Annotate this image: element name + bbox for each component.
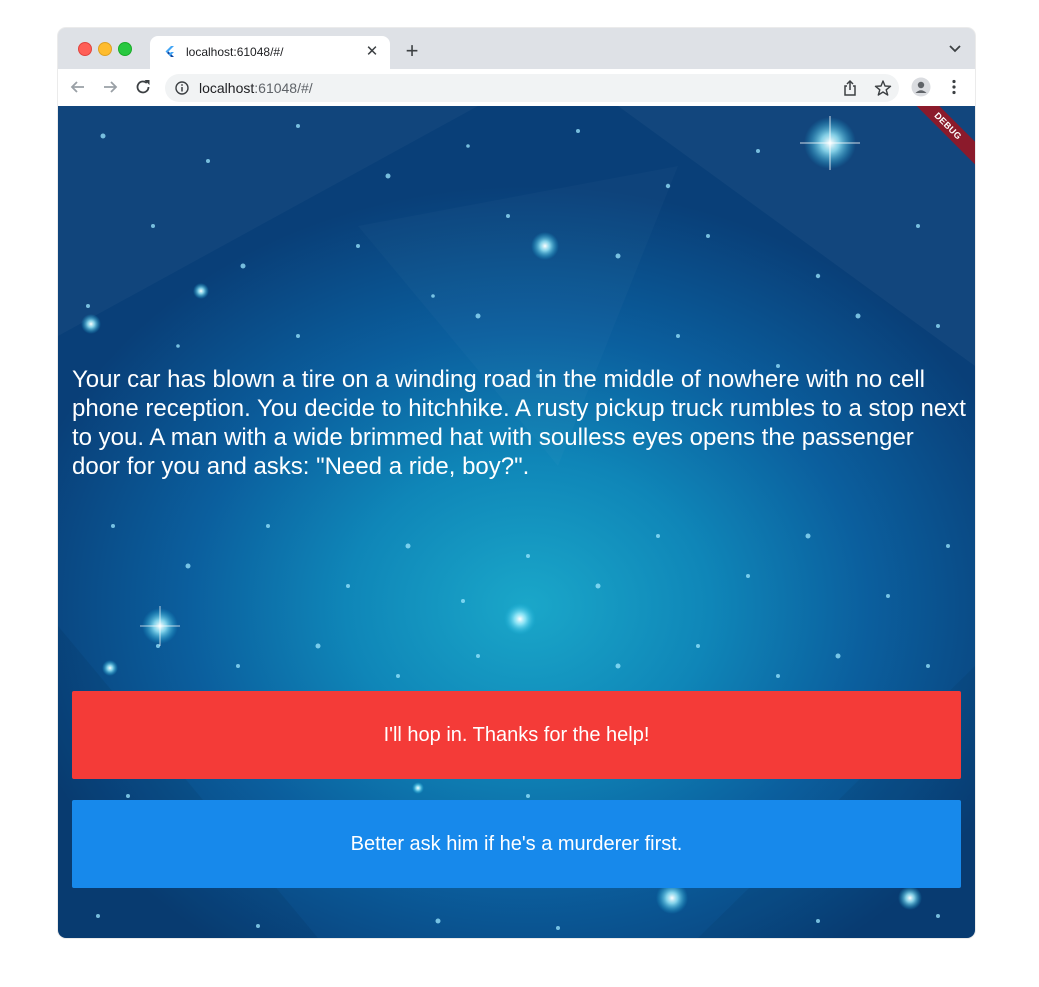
url-path: :61048/#/	[254, 80, 313, 96]
reload-icon[interactable]	[133, 77, 153, 97]
url-text[interactable]: localhost:61048/#/	[199, 80, 313, 96]
flutter-icon	[165, 46, 174, 57]
tab-bar: localhost:61048/#/ ✕ +	[58, 28, 975, 69]
app-viewport: DEBUG Your car has blown a tire on a win…	[58, 106, 975, 938]
tab-title: localhost:61048/#/	[186, 45, 284, 59]
url-host: localhost	[199, 80, 255, 96]
story-text: Your car has blown a tire on a winding r…	[72, 366, 966, 480]
browser-toolbar: localhost:61048/#/	[58, 69, 975, 106]
address-bar[interactable]: localhost:61048/#/	[165, 74, 899, 102]
forward-arrow-icon[interactable]	[100, 77, 120, 97]
maximize-window-button[interactable]	[118, 42, 132, 56]
plus-icon[interactable]: +	[400, 39, 424, 63]
minimize-window-button[interactable]	[98, 42, 112, 56]
choice-2-button[interactable]: Better ask him if he's a murderer first.	[72, 800, 961, 888]
choice-1-button[interactable]: I'll hop in. Thanks for the help!	[72, 691, 961, 779]
share-icon[interactable]	[841, 79, 859, 97]
browser-window: localhost:61048/#/ ✕ + localhost:61048/#…	[58, 28, 975, 938]
back-arrow-icon[interactable]	[68, 77, 88, 97]
close-icon[interactable]: ✕	[362, 42, 382, 62]
info-icon[interactable]	[175, 81, 189, 95]
profile-icon[interactable]	[911, 77, 931, 97]
browser-tab[interactable]: localhost:61048/#/ ✕	[150, 36, 390, 69]
close-window-button[interactable]	[78, 42, 92, 56]
kebab-menu-icon[interactable]	[944, 77, 964, 97]
star-icon[interactable]	[874, 79, 892, 97]
chevron-down-icon[interactable]	[947, 41, 963, 57]
